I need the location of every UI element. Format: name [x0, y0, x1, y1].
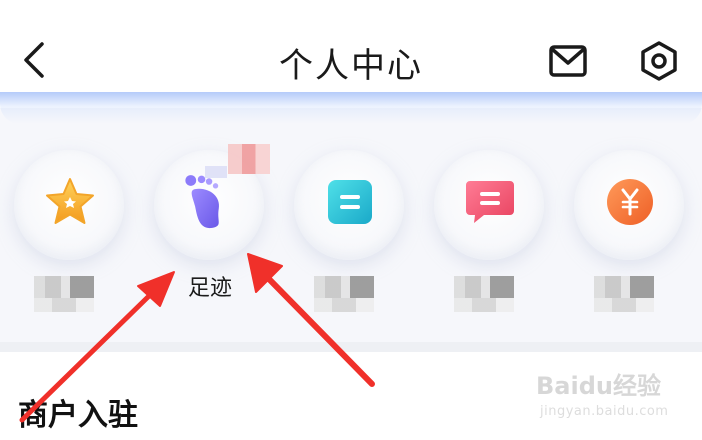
blurred-label-shadow: [34, 298, 94, 312]
blurred-label: [314, 276, 374, 298]
star-icon: [46, 178, 94, 224]
message-icon: [466, 181, 514, 223]
quick-item-label: 足迹: [187, 276, 232, 301]
blurred-badge: [228, 144, 270, 174]
gear-icon[interactable]: [638, 40, 680, 82]
quick-item-wallet[interactable]: [560, 120, 700, 330]
quick-item-list[interactable]: [280, 120, 420, 330]
blurred-badge-shadow: [205, 166, 227, 178]
watermark-url: jingyan.baidu.com: [540, 404, 669, 419]
quick-item-favorites[interactable]: [0, 120, 140, 330]
blurred-label: [594, 276, 654, 298]
yen-icon: [607, 179, 653, 225]
blurred-label-shadow: [314, 298, 374, 312]
blurred-label-shadow: [454, 298, 514, 312]
blurred-label: [454, 276, 514, 298]
mail-icon[interactable]: [548, 44, 588, 78]
watermark: Baidu经验 jingyan.baidu.com: [536, 362, 686, 434]
section-title: 商户入驻: [18, 398, 138, 433]
blurred-label: [34, 276, 94, 298]
quick-entry-row: 足迹: [0, 120, 702, 340]
section-divider: [0, 342, 702, 352]
quick-item-messages[interactable]: [420, 120, 560, 330]
page-title: 个人中心: [279, 46, 423, 86]
list-icon: [328, 180, 372, 224]
blurred-label-shadow: [594, 298, 654, 312]
watermark-brand: Baidu经验: [536, 372, 661, 400]
footprint-icon: [185, 175, 220, 229]
